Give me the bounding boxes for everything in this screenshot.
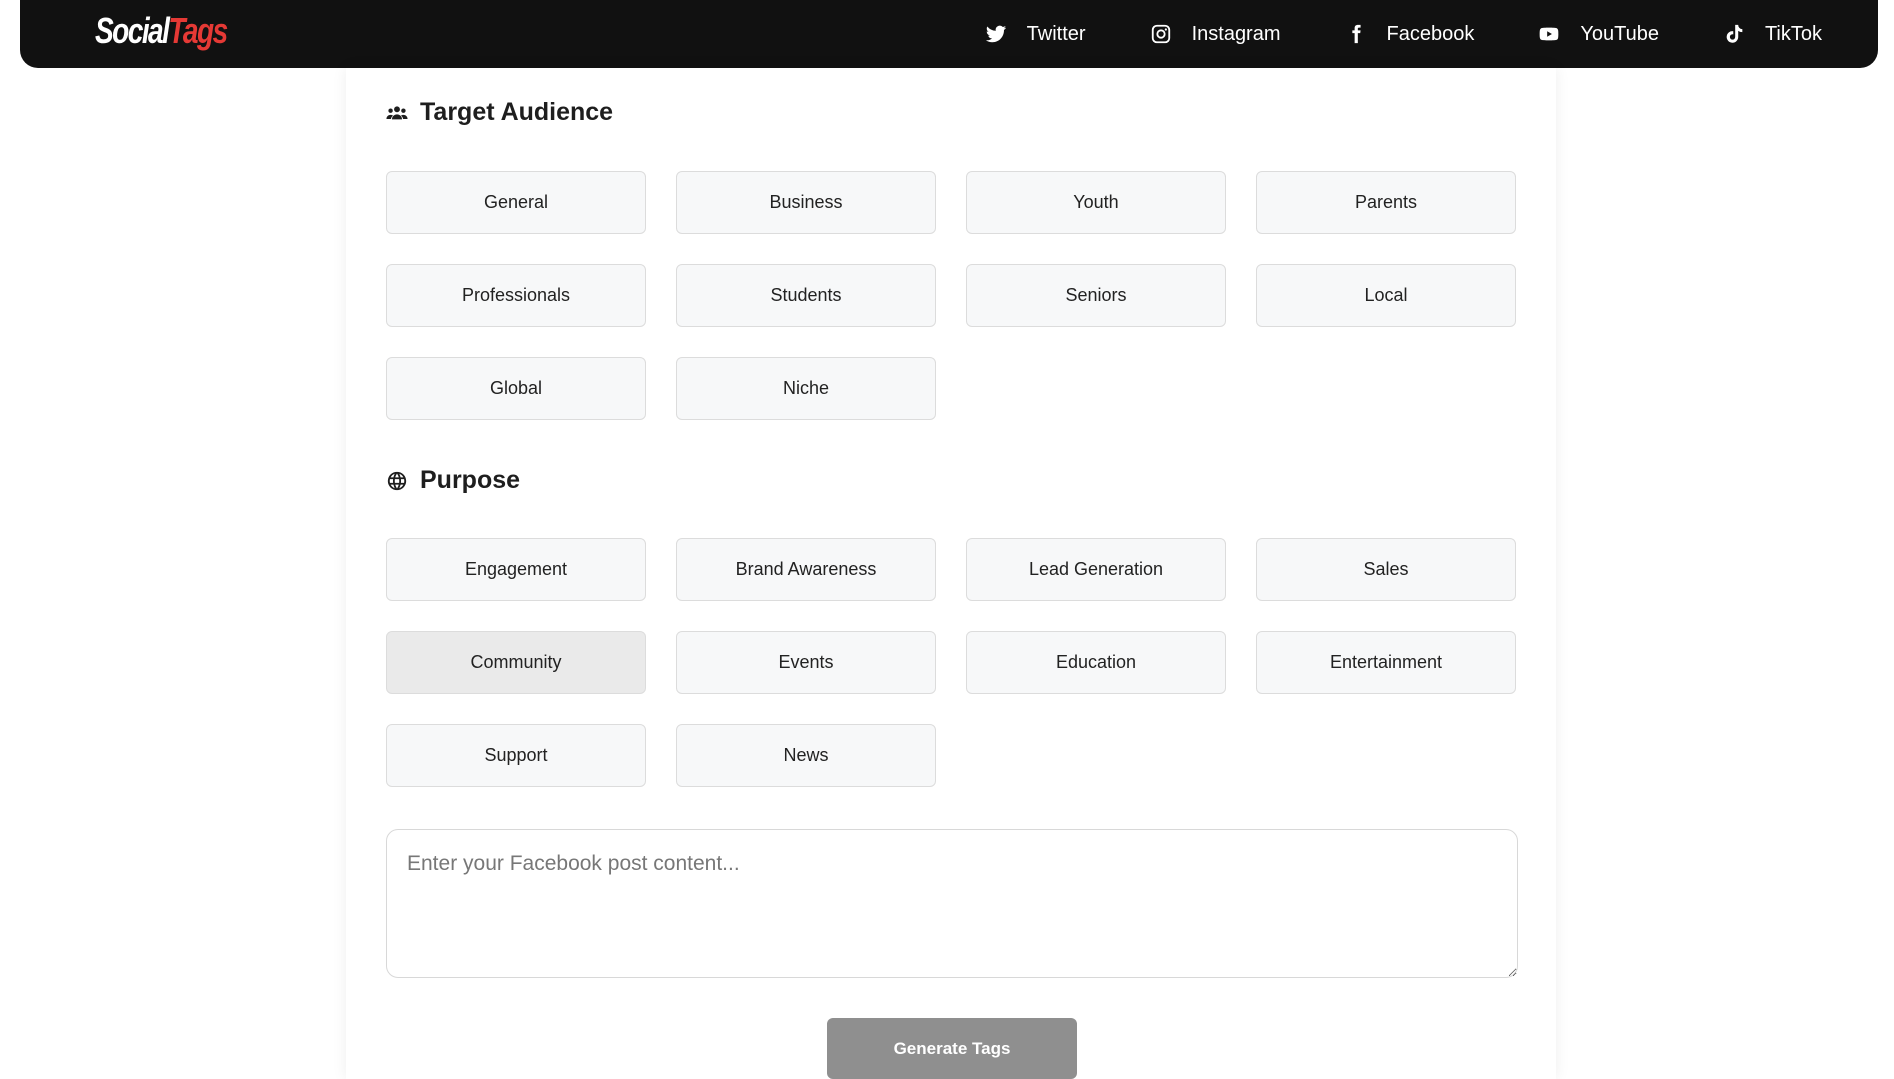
purpose-option-news[interactable]: News bbox=[676, 724, 936, 787]
nav-label-facebook: Facebook bbox=[1386, 22, 1475, 45]
purpose-option-education[interactable]: Education bbox=[966, 631, 1226, 694]
purpose-option-events[interactable]: Events bbox=[676, 631, 936, 694]
nav-label-twitter: Twitter bbox=[1026, 22, 1086, 45]
section-title-purpose: Purpose bbox=[386, 466, 520, 495]
purpose-option-engagement[interactable]: Engagement bbox=[386, 538, 646, 601]
post-content-input[interactable] bbox=[386, 829, 1518, 978]
purpose-option-community[interactable]: Community bbox=[386, 631, 646, 694]
facebook-icon bbox=[1351, 24, 1361, 44]
audience-option-general[interactable]: General bbox=[386, 171, 646, 234]
purpose-option-support[interactable]: Support bbox=[386, 724, 646, 787]
purpose-option-entertainment[interactable]: Entertainment bbox=[1256, 631, 1516, 694]
nav-link-facebook[interactable]: Facebook bbox=[1345, 22, 1475, 46]
audience-option-youth[interactable]: Youth bbox=[966, 171, 1226, 234]
audience-option-students[interactable]: Students bbox=[676, 264, 936, 327]
top-navbar: SocialTags Twitter Instagram Facebook Yo… bbox=[20, 0, 1878, 68]
brand-logo-part2: Tags bbox=[168, 10, 228, 51]
purpose-options-grid: Engagement Brand Awareness Lead Generati… bbox=[386, 538, 1518, 787]
nav-link-youtube[interactable]: YouTube bbox=[1538, 23, 1659, 46]
purpose-option-sales[interactable]: Sales bbox=[1256, 538, 1516, 601]
platform-nav: Twitter Instagram Facebook YouTube TikTo… bbox=[921, 0, 1822, 68]
nav-link-instagram[interactable]: Instagram bbox=[1150, 23, 1281, 46]
generate-tags-button[interactable]: Generate Tags bbox=[827, 1018, 1077, 1079]
instagram-icon bbox=[1151, 24, 1170, 44]
nav-link-tiktok[interactable]: TikTok bbox=[1723, 23, 1822, 46]
audience-option-niche[interactable]: Niche bbox=[676, 357, 936, 420]
section-title-label: Purpose bbox=[420, 466, 521, 494]
brand-logo-part1: Social bbox=[95, 10, 170, 51]
audience-option-business[interactable]: Business bbox=[676, 171, 936, 234]
audience-option-professionals[interactable]: Professionals bbox=[386, 264, 646, 327]
audience-option-seniors[interactable]: Seniors bbox=[966, 264, 1226, 327]
brand-logo[interactable]: SocialTags bbox=[95, 10, 228, 52]
purpose-option-lead-generation[interactable]: Lead Generation bbox=[966, 538, 1226, 601]
nav-label-youtube: YouTube bbox=[1580, 22, 1659, 45]
youtube-icon bbox=[1540, 27, 1559, 41]
audience-option-parents[interactable]: Parents bbox=[1256, 171, 1516, 234]
nav-label-instagram: Instagram bbox=[1191, 22, 1281, 45]
nav-label-tiktok: TikTok bbox=[1764, 22, 1822, 45]
audience-option-global[interactable]: Global bbox=[386, 357, 646, 420]
section-title-label: Target Audience bbox=[420, 98, 614, 126]
twitter-icon bbox=[985, 25, 1006, 43]
tiktok-icon bbox=[1726, 24, 1743, 43]
section-title-target-audience: Target Audience bbox=[386, 98, 613, 127]
audience-option-local[interactable]: Local bbox=[1256, 264, 1516, 327]
tag-generator-card: Target Audience General Business Youth P… bbox=[346, 68, 1556, 1079]
users-icon bbox=[386, 105, 408, 119]
nav-link-twitter[interactable]: Twitter bbox=[985, 23, 1086, 46]
purpose-option-brand-awareness[interactable]: Brand Awareness bbox=[676, 538, 936, 601]
audience-options-grid: General Business Youth Parents Professio… bbox=[386, 171, 1518, 420]
globe-icon bbox=[387, 471, 407, 490]
